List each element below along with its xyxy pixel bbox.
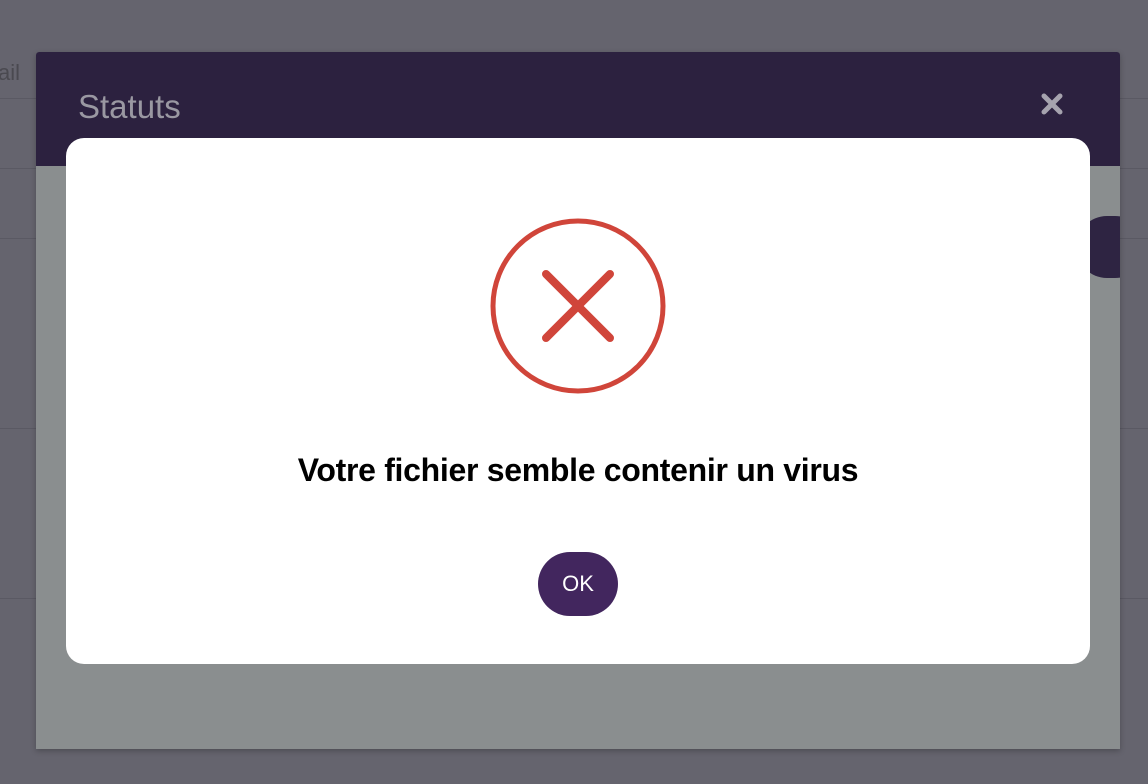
status-modal-title: Statuts [78, 88, 181, 125]
ok-button[interactable]: OK [538, 552, 618, 616]
alert-dialog: Votre fichier semble contenir un virus O… [66, 138, 1090, 664]
background-text-fragment: ail [0, 60, 21, 85]
error-x-circle-icon [490, 218, 666, 394]
close-button[interactable] [1036, 88, 1068, 120]
close-x-icon [1041, 93, 1063, 115]
alert-message: Votre fichier semble contenir un virus [297, 452, 859, 488]
